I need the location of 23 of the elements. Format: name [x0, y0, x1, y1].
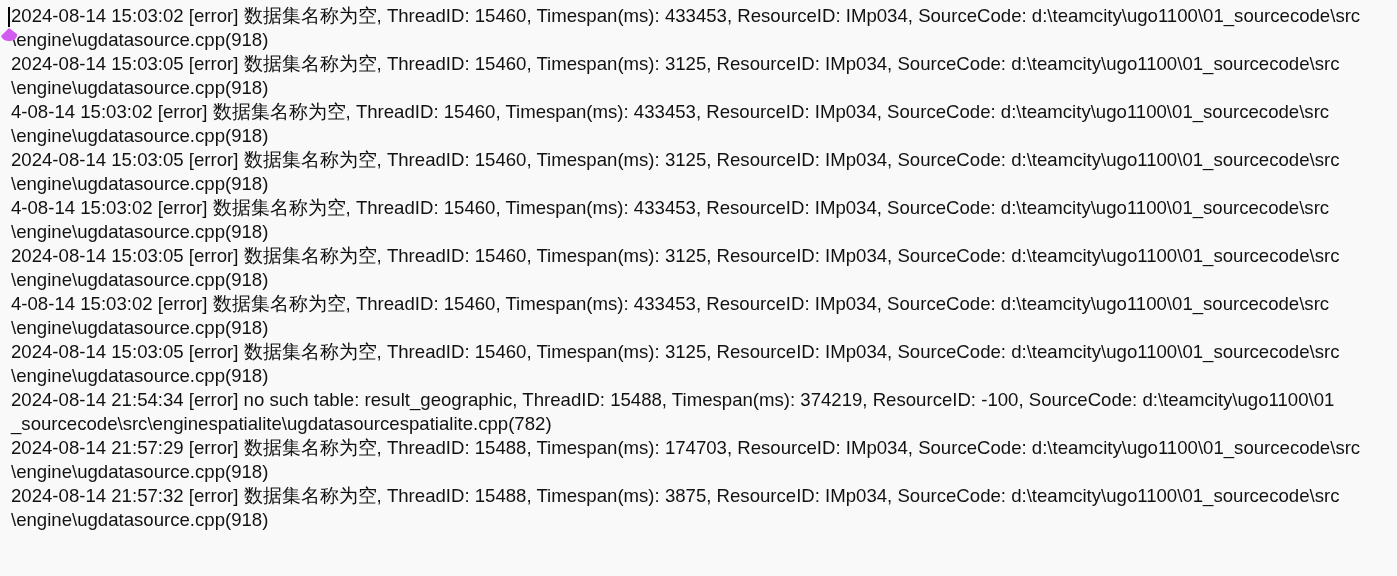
text-cursor — [8, 7, 10, 27]
log-line: \engine\ugdatasource.cpp(918) — [11, 460, 269, 484]
log-line: _sourcecode\src\enginespatialite\ugdatasourcespatialite.cpp(782) — [11, 412, 552, 436]
log-line: 4-08-14 15:03:02 [error] 数据集名称为空, ThreadID: 15460, Timespan(ms): 433453, ResourceID: IMp034, SourceCode: d:\teamcity\ugo1100\01_sourcecode\src — [11, 292, 1330, 316]
log-line: 2024-08-14 21:57:29 [error] 数据集名称为空, ThreadID: 15488, Timespan(ms): 174703, ResourceID: IMp034, SourceCode: d:\teamcity\ugo1100\01_sourcecode\src — [11, 436, 1361, 460]
log-line: \engine\ugdatasource.cpp(918) — [11, 508, 269, 532]
log-line: 4-08-14 15:03:02 [error] 数据集名称为空, ThreadID: 15460, Timespan(ms): 433453, ResourceID: IMp034, SourceCode: d:\teamcity\ugo1100\01_sourcecode\src — [11, 196, 1330, 220]
log-line: \engine\ugdatasource.cpp(918) — [11, 220, 269, 244]
log-line: 2024-08-14 21:54:34 [error] no such table: result_geographic, ThreadID: 15488, Timespan(ms): 374219, ResourceID: -100, SourceCode: d:\teamcity\ugo1100\01 — [11, 388, 1335, 412]
log-line: 2024-08-14 21:57:32 [error] 数据集名称为空, ThreadID: 15488, Timespan(ms): 3875, ResourceID: IMp034, SourceCode: d:\teamcity\ugo1100\01_sourcecode\src — [11, 484, 1340, 508]
log-line: \engine\ugdatasource.cpp(918) — [11, 364, 269, 388]
log-line: \engine\ugdatasource.cpp(918) — [11, 268, 269, 292]
log-line: \engine\ugdatasource.cpp(918) — [11, 28, 269, 52]
log-line: 2024-08-14 15:03:05 [error] 数据集名称为空, ThreadID: 15460, Timespan(ms): 3125, ResourceID: IMp034, SourceCode: d:\teamcity\ugo1100\01_sourcecode\src — [11, 148, 1340, 172]
log-line: 2024-08-14 15:03:05 [error] 数据集名称为空, ThreadID: 15460, Timespan(ms): 3125, ResourceID: IMp034, SourceCode: d:\teamcity\ugo1100\01_sourcecode\src — [11, 340, 1340, 364]
log-line: \engine\ugdatasource.cpp(918) — [11, 124, 269, 148]
log-line: 2024-08-14 15:03:02 [error] 数据集名称为空, ThreadID: 15460, Timespan(ms): 433453, ResourceID: IMp034, SourceCode: d:\teamcity\ugo1100\01_sourcecode\src — [11, 4, 1361, 28]
log-line: 2024-08-14 15:03:05 [error] 数据集名称为空, ThreadID: 15460, Timespan(ms): 3125, ResourceID: IMp034, SourceCode: d:\teamcity\ugo1100\01_sourcecode\src — [11, 244, 1340, 268]
log-line: \engine\ugdatasource.cpp(918) — [11, 316, 269, 340]
log-line: 2024-08-14 15:03:05 [error] 数据集名称为空, ThreadID: 15460, Timespan(ms): 3125, ResourceID: IMp034, SourceCode: d:\teamcity\ugo1100\01_sourcecode\src — [11, 52, 1340, 76]
log-line: \engine\ugdatasource.cpp(918) — [11, 76, 269, 100]
log-line: \engine\ugdatasource.cpp(918) — [11, 172, 269, 196]
log-line: 4-08-14 15:03:02 [error] 数据集名称为空, ThreadID: 15460, Timespan(ms): 433453, ResourceID: IMp034, SourceCode: d:\teamcity\ugo1100\01_sourcecode\src — [11, 100, 1330, 124]
